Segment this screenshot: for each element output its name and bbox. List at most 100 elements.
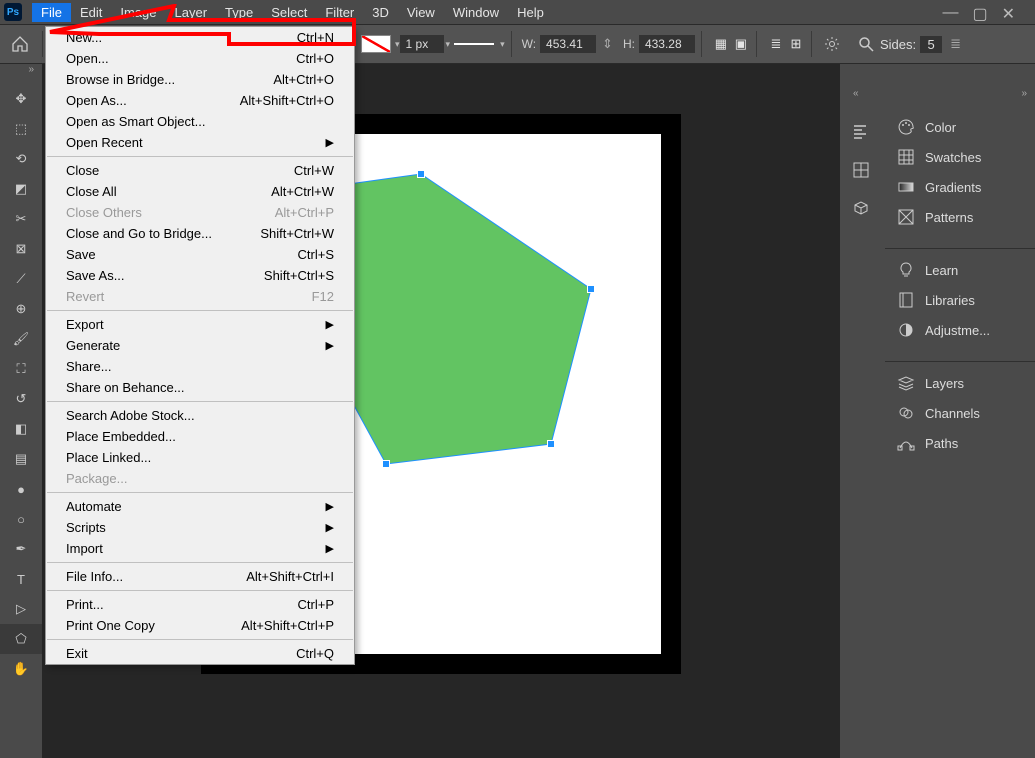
gradient-icon[interactable]: ▤ (0, 444, 42, 474)
file-menu-item[interactable]: Import▶ (46, 538, 354, 559)
menu-image[interactable]: Image (111, 3, 165, 22)
menu-select[interactable]: Select (262, 3, 316, 22)
spot-heal-icon[interactable]: ⊕ (0, 294, 42, 324)
menu-window[interactable]: Window (444, 3, 508, 22)
menu-edit[interactable]: Edit (71, 3, 111, 22)
lasso-icon[interactable]: ⟲ (0, 144, 42, 174)
menu-view[interactable]: View (398, 3, 444, 22)
file-menu-item[interactable]: Save As...Shift+Ctrl+S (46, 265, 354, 286)
eyedropper-icon[interactable]: ⟋ (0, 264, 42, 294)
eraser-icon[interactable]: ◧ (0, 414, 42, 444)
menu-type[interactable]: Type (216, 3, 262, 22)
options-flyout-icon[interactable]: ≣ (950, 36, 961, 52)
width-field[interactable] (540, 35, 596, 53)
pen-icon[interactable]: ✒ (0, 534, 42, 564)
paths-panel[interactable]: Paths (885, 428, 1035, 458)
maximize-icon[interactable]: ▢ (972, 4, 987, 24)
file-menu-item[interactable]: Print...Ctrl+P (46, 594, 354, 615)
file-menu-item[interactable]: Search Adobe Stock... (46, 405, 354, 426)
stroke-width-field[interactable] (400, 35, 444, 53)
file-menu-item[interactable]: Open...Ctrl+O (46, 48, 354, 69)
book-icon (897, 291, 915, 309)
file-menu-item[interactable]: Automate▶ (46, 496, 354, 517)
file-menu-item[interactable]: Export▶ (46, 314, 354, 335)
blur-icon[interactable]: ● (0, 474, 42, 504)
file-menu-item[interactable]: Close and Go to Bridge...Shift+Ctrl+W (46, 223, 354, 244)
path-select-icon[interactable]: ▷ (0, 594, 42, 624)
type-icon[interactable]: T (0, 564, 42, 594)
menu-help[interactable]: Help (508, 3, 553, 22)
menu-layer[interactable]: Layer (166, 3, 217, 22)
polygon-tool-icon[interactable]: ⬠ (0, 624, 42, 654)
panel-label: Libraries (925, 293, 975, 308)
frame-icon[interactable]: ⊠ (0, 234, 42, 264)
paragraph-styles-icon[interactable] (847, 118, 875, 146)
file-menu-item[interactable]: Place Linked... (46, 447, 354, 468)
marquee-icon[interactable]: ⬚ (0, 114, 42, 144)
menu-filter[interactable]: Filter (316, 3, 363, 22)
patterns-panel[interactable]: Patterns (885, 202, 1035, 232)
link-wh-icon[interactable]: ⇕ (602, 36, 613, 52)
object-select-icon[interactable]: ◩ (0, 174, 42, 204)
file-menu-item[interactable]: Share on Behance... (46, 377, 354, 398)
sides-label: Sides: (880, 37, 916, 52)
file-menu-item[interactable]: Open Recent▶ (46, 132, 354, 153)
minimize-icon[interactable]: — (942, 4, 958, 24)
shape-handle[interactable] (547, 440, 555, 448)
file-menu-item[interactable]: Generate▶ (46, 335, 354, 356)
width-label: W: (522, 37, 536, 51)
color-panel[interactable]: Color (885, 112, 1035, 142)
file-menu-item[interactable]: File Info...Alt+Shift+Ctrl+I (46, 566, 354, 587)
history-brush-icon[interactable]: ↺ (0, 384, 42, 414)
file-menu-item[interactable]: Print One CopyAlt+Shift+Ctrl+P (46, 615, 354, 636)
file-menu-item[interactable]: Close AllAlt+Ctrl+W (46, 181, 354, 202)
crop-icon[interactable]: ✂ (0, 204, 42, 234)
file-menu-item[interactable]: ExitCtrl+Q (46, 643, 354, 664)
home-icon[interactable] (6, 30, 34, 58)
swatches-panel[interactable]: Swatches (885, 142, 1035, 172)
panel-label: Paths (925, 436, 958, 451)
gradients-panel[interactable]: Gradients (885, 172, 1035, 202)
rightpanel-collapse-icon[interactable]: » (1021, 88, 1027, 99)
shape-handle[interactable] (587, 285, 595, 293)
hand-icon[interactable]: ✋ (0, 654, 42, 684)
shape-handle[interactable] (382, 460, 390, 468)
search-icon[interactable] (858, 36, 874, 52)
layers-panel[interactable]: Layers (885, 368, 1035, 398)
height-field[interactable] (639, 35, 695, 53)
file-menu-item[interactable]: SaveCtrl+S (46, 244, 354, 265)
adjustments-panel[interactable]: Adjustme... (885, 315, 1035, 345)
grid-panel-icon[interactable] (847, 156, 875, 184)
libraries-panel[interactable]: Libraries (885, 285, 1035, 315)
file-menu-item[interactable]: Browse in Bridge...Alt+Ctrl+O (46, 69, 354, 90)
file-menu-item[interactable]: Scripts▶ (46, 517, 354, 538)
layers-icon (897, 374, 915, 392)
align-icons[interactable]: ≣⊞ (767, 35, 805, 53)
file-menu-item[interactable]: Open As...Alt+Shift+Ctrl+O (46, 90, 354, 111)
menu-file[interactable]: File (32, 3, 71, 22)
shape-handle[interactable] (417, 170, 425, 178)
height-label: H: (623, 37, 635, 51)
file-menu-item[interactable]: Place Embedded... (46, 426, 354, 447)
channels-panel[interactable]: Channels (885, 398, 1035, 428)
file-menu-item[interactable]: Share... (46, 356, 354, 377)
stroke-style-preview[interactable] (454, 43, 494, 45)
toolbar-collapse-icon[interactable]: » (28, 64, 34, 75)
file-menu-item[interactable]: CloseCtrl+W (46, 160, 354, 181)
settings-gear-icon[interactable] (824, 36, 840, 52)
learn-panel[interactable]: Learn (885, 255, 1035, 285)
menu-3d[interactable]: 3D (363, 3, 398, 22)
path-operations[interactable]: ▦▣ (712, 35, 750, 53)
move-icon[interactable]: ✥ (0, 84, 42, 114)
file-menu-item[interactable]: Open as Smart Object... (46, 111, 354, 132)
brush-icon[interactable]: 🖌 (0, 324, 42, 354)
close-icon[interactable]: ✕ (1002, 4, 1015, 24)
three-d-icon[interactable] (847, 194, 875, 222)
channels-icon (897, 404, 915, 422)
stamp-icon[interactable]: ⛶ (0, 354, 42, 384)
dodge-icon[interactable]: ○ (0, 504, 42, 534)
file-menu-item[interactable]: New...Ctrl+N (46, 27, 354, 48)
stroke-none-swatch[interactable] (361, 35, 391, 53)
iconcol-collapse-icon[interactable]: « (853, 88, 859, 99)
sides-field[interactable]: 5 (920, 36, 942, 53)
